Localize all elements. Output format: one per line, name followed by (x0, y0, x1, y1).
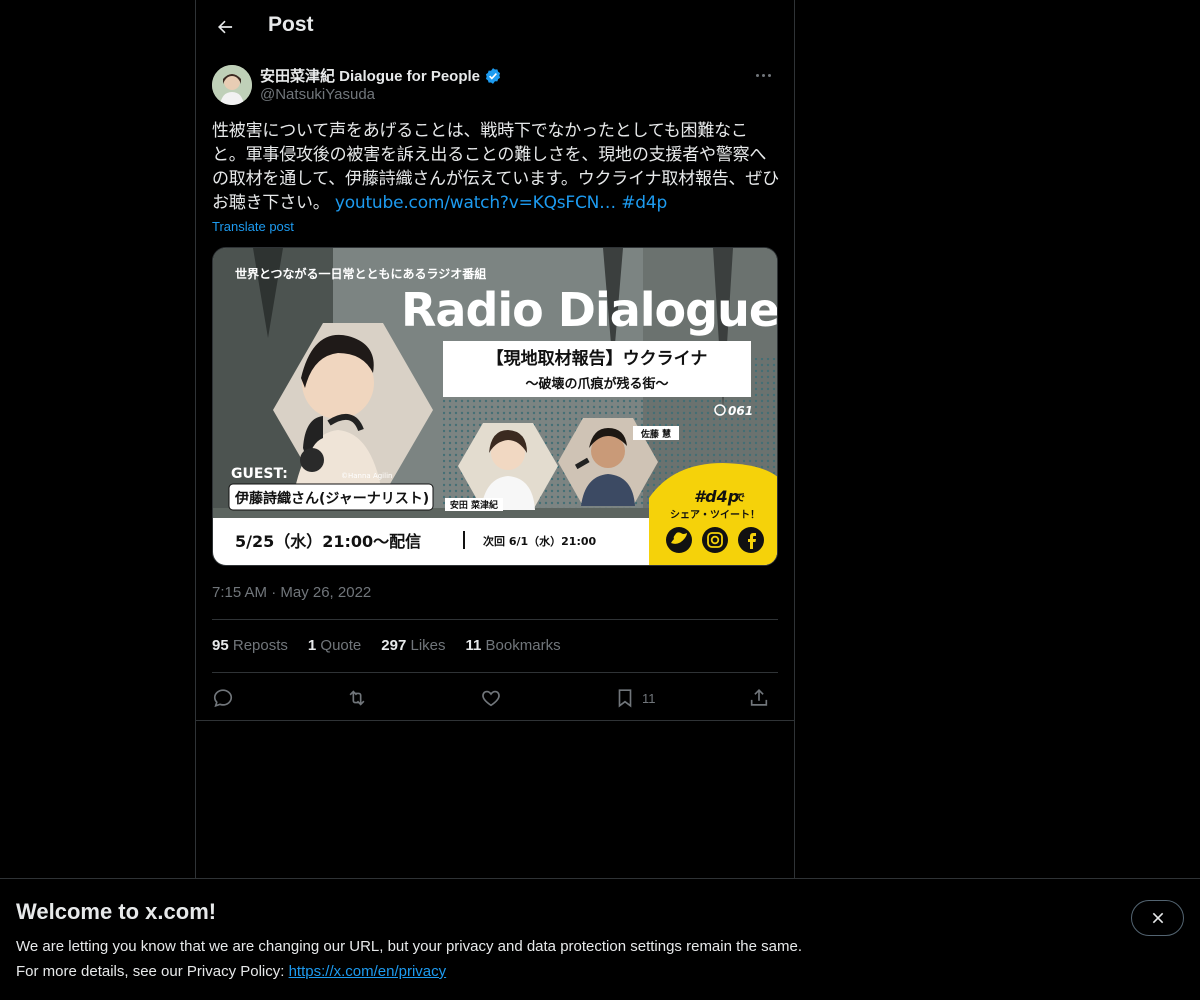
media-guest-label: GUEST: (231, 466, 288, 482)
back-button[interactable] (210, 12, 240, 42)
author-name[interactable]: 安田菜津紀 Dialogue for People (260, 65, 480, 86)
post-hashtag[interactable]: #d4p (621, 193, 667, 213)
banner-title: Welcome to x.com! (16, 899, 217, 924)
repost-icon (349, 690, 365, 706)
repost-button[interactable] (346, 684, 368, 712)
divider (196, 720, 794, 721)
bookmark-count: 11 (642, 690, 656, 706)
banner-message: We are letting you know that we are chan… (16, 938, 802, 955)
post-timestamp[interactable]: 7:15 AM · May 26, 2022 (212, 584, 371, 601)
divider (212, 619, 778, 620)
reply-icon (213, 689, 233, 708)
author-name-row: 安田菜津紀 Dialogue for People (260, 65, 502, 86)
primary-column: Post 安田菜津紀 Dialogue for People @NatsukiY… (195, 0, 795, 878)
post-header: Post (196, 0, 794, 54)
media-next-line: 次回 6/1（水）21:00 (483, 534, 597, 548)
media-subheadline: 〜破壊の爪痕が残る街〜 (525, 376, 668, 392)
media-host2: 佐藤 慧 (640, 428, 671, 440)
back-arrow-icon (218, 20, 233, 34)
divider (212, 672, 778, 673)
media-image: 世界とつながる一日常とともにあるラジオ番組 Radio Dialogue 【現地… (213, 248, 778, 565)
more-icon[interactable] (748, 64, 778, 86)
media-episode: 061 (728, 404, 753, 418)
bookmarks-stat[interactable]: 11 Bookmarks (466, 637, 561, 654)
media-date-line: 5/25（水）21:00〜配信 (235, 532, 421, 551)
banner-details-prefix: For more details, see our Privacy Policy… (16, 963, 289, 980)
media-host1: 安田 菜津紀 (450, 499, 498, 511)
media-photo-credit: ©Hanna Agilin (341, 472, 392, 480)
translate-post-link[interactable]: Translate post (212, 219, 294, 234)
banner-details: For more details, see our Privacy Policy… (16, 963, 446, 980)
privacy-policy-link[interactable]: https://x.com/en/privacy (289, 963, 447, 980)
media-top-caption: 世界とつながる一日常とともにあるラジオ番組 (235, 266, 486, 281)
bookmark-button[interactable]: 11 (614, 684, 656, 712)
bookmark-icon (618, 689, 632, 708)
post-author: 安田菜津紀 Dialogue for People @NatsukiYasuda (212, 64, 778, 108)
post-actions: 11 (212, 684, 778, 712)
post-link[interactable]: youtube.com/watch?v=KQsFCN… (335, 193, 616, 213)
page-title: Post (268, 13, 314, 36)
media-title: Radio Dialogue (401, 283, 778, 337)
like-button[interactable] (480, 684, 502, 712)
post-media[interactable]: 世界とつながる一日常とともにあるラジオ番組 Radio Dialogue 【現地… (212, 247, 778, 566)
close-icon (1152, 912, 1163, 924)
welcome-banner: Welcome to x.com! We are letting you kno… (0, 878, 1200, 1000)
media-share-tag: #d4p (694, 487, 739, 506)
close-banner-button[interactable] (1131, 900, 1184, 936)
reposts-stat[interactable]: 95 Reposts (212, 637, 288, 654)
quotes-stat[interactable]: 1 Quote (308, 637, 361, 654)
likes-stat[interactable]: 297 Likes (381, 637, 445, 654)
media-share-text: シェア・ツイート！ (670, 509, 760, 521)
author-handle[interactable]: @NatsukiYasuda (260, 86, 375, 103)
instagram-logo-icon (702, 527, 728, 553)
media-headline: 【現地取材報告】ウクライナ (487, 348, 708, 369)
like-icon (482, 690, 500, 707)
post-text: 性被害について声をあげることは、戦時下でなかったとしても困難なこと。軍事侵攻後の… (212, 119, 780, 215)
reply-button[interactable] (212, 684, 234, 712)
share-icon (750, 689, 768, 706)
share-button[interactable] (748, 684, 770, 712)
media-guest-name: 伊藤詩織さん(ジャーナリスト) (234, 490, 429, 507)
media-share-de: で (735, 492, 745, 504)
post-stats: 95 Reposts 1 Quote 297 Likes 11 Bookmark… (212, 637, 561, 654)
verified-badge-icon (485, 67, 501, 84)
avatar[interactable] (212, 65, 252, 105)
